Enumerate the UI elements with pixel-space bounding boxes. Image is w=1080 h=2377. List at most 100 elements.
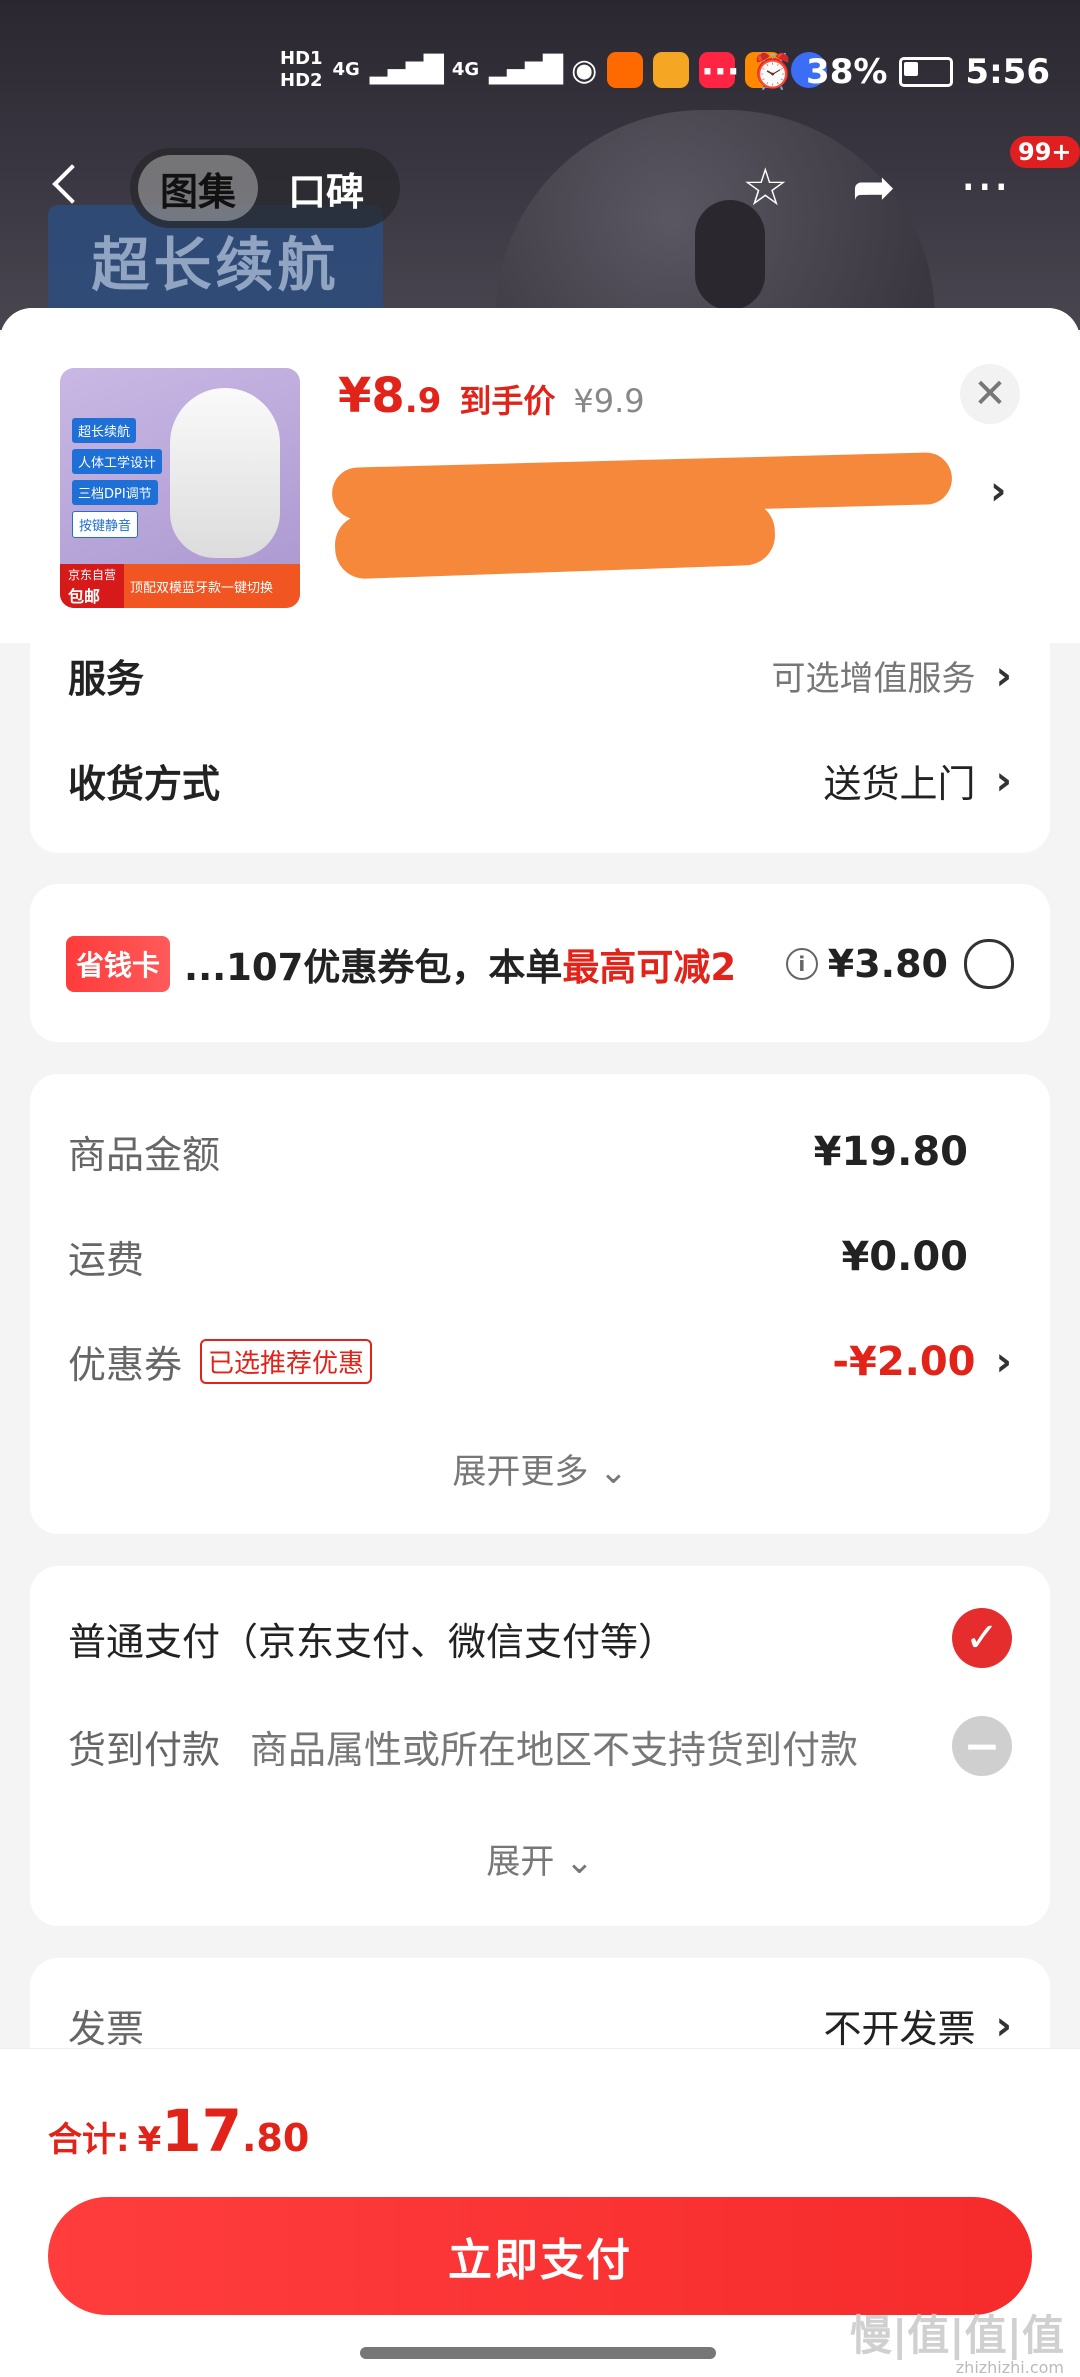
signal-icon: ▂▄▆█ xyxy=(369,55,444,85)
total-currency: ¥ xyxy=(137,2120,162,2160)
disabled-option-icon: − xyxy=(952,1716,1012,1776)
home-indicator[interactable] xyxy=(360,2347,716,2359)
share-icon[interactable]: ➦ xyxy=(852,162,896,214)
coupon-value: -¥2.00 xyxy=(832,1338,976,1385)
saver-card-price: ¥3.80 xyxy=(827,942,948,986)
service-value: 可选增值服务 xyxy=(771,659,976,699)
hd2-label: HD2 xyxy=(280,70,323,91)
message-count-badge: 99+ xyxy=(1010,136,1080,168)
goods-amount-row: 商品金额 ¥19.80 xyxy=(68,1124,1012,1179)
total-amount: 合计: ¥ 17 .80 xyxy=(48,2097,309,2165)
checkout-footer: 合计: ¥ 17 .80 立即支付 慢|值|值|值 zhizhizhi.com xyxy=(0,2048,1080,2377)
invoice-value: 不开发票 xyxy=(823,2007,976,2051)
chevron-down-icon: ⌄ xyxy=(599,1452,628,1492)
saver-card-radio[interactable] xyxy=(964,939,1014,989)
coupon-row[interactable]: 优惠券 已选推荐优惠 -¥2.00 › xyxy=(68,1334,1012,1389)
saver-card-text: ...107优惠券包，本单最高可减2 xyxy=(184,937,736,991)
shipping-method-label: 收货方式 xyxy=(68,762,221,806)
shipping-method-value: 送货上门 xyxy=(823,762,976,806)
thumbnail-tags: 超长续航 人体工学设计 三档DPI调节 按键静音 xyxy=(72,418,163,538)
invoice-label: 发票 xyxy=(68,2007,145,2051)
chevron-right-icon: › xyxy=(995,652,1012,699)
service-label: 服务 xyxy=(68,657,145,701)
thumbnail-mouse xyxy=(170,388,280,558)
thumbnail-footer: 京东自营 包邮 顶配双模蓝牙款一键切换 xyxy=(60,564,300,608)
total-label: 合计: xyxy=(48,2120,130,2160)
original-price: ¥9.9 xyxy=(573,382,645,420)
normal-pay-row[interactable]: 普通支付（京东支付、微信支付等） ✓ xyxy=(68,1608,1012,1668)
amount-card: 商品金额 ¥19.80 运费 ¥0.00 优惠券 已选推荐优惠 -¥2.00 › … xyxy=(30,1074,1050,1534)
product-detail-chevron-icon[interactable]: › xyxy=(990,468,1006,514)
pay-now-button[interactable]: 立即支付 xyxy=(48,2197,1032,2315)
status-right: ··· ⏰ 38% 5:56 xyxy=(701,52,1050,92)
chevron-right-icon: › xyxy=(995,2002,1012,2049)
store-label: 京东自营 xyxy=(68,567,117,582)
coupon-label: 优惠券 xyxy=(68,1343,183,1387)
saver-card: 省钱卡 ...107优惠券包，本单最高可减2 i ¥3.80 xyxy=(30,884,1050,1042)
final-price-int: ¥8 xyxy=(338,368,405,424)
delivery-card: 服务 可选增值服务 › 收货方式 送货上门 › xyxy=(30,608,1050,853)
shipping-method-row[interactable]: 收货方式 送货上门 › xyxy=(68,753,1012,808)
goods-amount-label: 商品金额 xyxy=(68,1133,221,1177)
chevron-right-icon: › xyxy=(995,1338,1012,1385)
hd1-label: HD1 xyxy=(280,48,323,69)
chevron-down-icon: ⌄ xyxy=(565,1842,594,1882)
freight-label: 运费 xyxy=(68,1238,145,1282)
saver-text-prefix: ...107优惠券包，本单 xyxy=(184,946,563,989)
network-type-1: 4G xyxy=(332,59,360,80)
freight-value: ¥0.00 xyxy=(841,1233,968,1280)
info-icon[interactable]: i xyxy=(785,948,818,980)
close-icon[interactable]: ✕ xyxy=(960,364,1020,424)
total-decimal: .80 xyxy=(242,2116,310,2160)
invoice-row[interactable]: 发票 不开发票 › xyxy=(68,1998,1012,2053)
signal-icon-2: ▂▄▆█ xyxy=(489,55,563,85)
service-row[interactable]: 服务 可选增值服务 › xyxy=(68,648,1012,703)
thumb-tag: 按键静音 xyxy=(72,511,139,538)
back-icon[interactable] xyxy=(52,164,92,204)
app-icon-1 xyxy=(607,52,644,88)
saver-row[interactable]: 省钱卡 ...107优惠券包，本单最高可减2 i ¥3.80 xyxy=(66,936,1014,992)
tab-gallery[interactable]: 图集 xyxy=(138,155,259,221)
thumb-tag: 超长续航 xyxy=(72,418,137,443)
coupon-selected-tag: 已选推荐优惠 xyxy=(200,1339,373,1384)
battery-icon xyxy=(899,57,954,87)
normal-pay-label: 普通支付（京东支付、微信支付等） xyxy=(68,1619,677,1664)
tab-reviews[interactable]: 口碑 xyxy=(266,155,386,221)
selected-check-icon[interactable]: ✓ xyxy=(952,1608,1012,1668)
product-thumbnail[interactable]: 超长续航 人体工学设计 三档DPI调节 按键静音 京东自营 包邮 顶配双模蓝牙款… xyxy=(60,368,300,608)
battery-percent: 38% xyxy=(806,52,888,92)
freight-row: 运费 ¥0.00 xyxy=(68,1229,1012,1284)
favorite-star-icon[interactable]: ☆ xyxy=(742,162,789,214)
product-header: 超长续航 人体工学设计 三档DPI调节 按键静音 京东自营 包邮 顶配双模蓝牙款… xyxy=(0,308,1080,643)
more-menu-icon[interactable]: ··· xyxy=(960,162,1010,214)
final-price-label: 到手价 xyxy=(459,382,556,420)
expand-more-button[interactable]: 展开更多 ⌄ xyxy=(30,1444,1050,1493)
app-icon-2 xyxy=(653,52,690,88)
saver-text-highlight: 最高可减2 xyxy=(562,946,737,989)
gallery-tabs: 图集 口碑 xyxy=(130,148,400,228)
expand-more-label: 展开更多 xyxy=(452,1452,589,1492)
more-notifications-icon: ··· xyxy=(700,52,740,92)
chevron-right-icon: › xyxy=(995,757,1012,804)
hotspot-icon: ◉ xyxy=(571,52,598,88)
status-bar: HD1 HD2 4G ▂▄▆█ 4G ▂▄▆█ ◉ ··· ⏰ 38% 5:56 xyxy=(0,40,1080,106)
payment-card: 普通支付（京东支付、微信支付等） ✓ 货到付款 商品属性或所在地区不支持货到付款… xyxy=(30,1566,1050,1926)
cod-label: 货到付款 xyxy=(68,1727,221,1772)
total-integer: 17 xyxy=(161,2097,242,2165)
cod-row: 货到付款 商品属性或所在地区不支持货到付款 − xyxy=(68,1716,1012,1776)
thumb-tag: 三档DPI调节 xyxy=(72,480,158,505)
thumb-tag: 人体工学设计 xyxy=(72,449,163,474)
watermark-logo: 慢|值|值|值 xyxy=(849,2311,1064,2360)
goods-amount-value: ¥19.80 xyxy=(813,1128,968,1175)
watermark-url: zhizhizhi.com xyxy=(955,2358,1064,2377)
network-type-2: 4G xyxy=(451,59,480,80)
alarm-icon: ⏰ xyxy=(751,52,795,92)
shipping-label: 包邮 xyxy=(68,586,101,606)
final-price-dec: .9 xyxy=(404,381,442,421)
cod-unavailable-note: 商品属性或所在地区不支持货到付款 xyxy=(250,1727,859,1772)
expand-payment-button[interactable]: 展开 ⌄ xyxy=(30,1834,1050,1883)
saver-card-tag: 省钱卡 xyxy=(66,936,171,992)
thumbnail-footer-text: 顶配双模蓝牙款一键切换 xyxy=(130,580,274,596)
clock: 5:56 xyxy=(965,52,1050,92)
product-navbar: 图集 口碑 ☆ ➦ ··· 99+ xyxy=(0,136,1080,240)
